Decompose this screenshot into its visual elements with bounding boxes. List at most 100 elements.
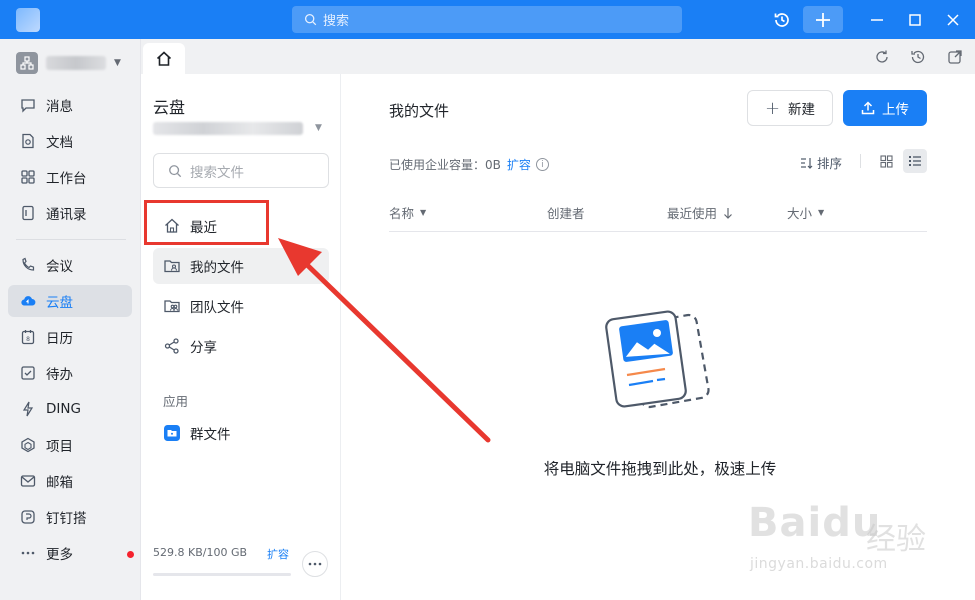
- history-button[interactable]: [768, 0, 796, 39]
- storage-usage: 529.8 KB/100 GB: [153, 546, 248, 559]
- watermark-brand: Baidu: [748, 500, 882, 546]
- tab-home[interactable]: [143, 43, 185, 74]
- org-icon: [16, 52, 38, 74]
- chevron-down-icon: ▼: [114, 58, 121, 68]
- list-view-button[interactable]: [903, 149, 927, 173]
- refresh-icon: [876, 50, 888, 63]
- close-icon: [947, 13, 959, 26]
- nav-item-messages[interactable]: 消息: [8, 89, 132, 121]
- nav-item-todo[interactable]: 待办: [8, 357, 132, 389]
- plus-icon: [816, 12, 830, 27]
- sort-label: 排序: [817, 156, 843, 171]
- column-header-label: 创建者: [547, 206, 585, 221]
- search-placeholder: 搜索: [323, 14, 350, 29]
- nav-item-more[interactable]: 更多: [8, 537, 134, 569]
- svg-text:8: 8: [26, 336, 30, 343]
- column-header-last-used[interactable]: 最近使用: [667, 203, 733, 222]
- more-icon: [20, 545, 36, 561]
- nav-item-label: 邮箱: [46, 475, 73, 491]
- table-header-divider: [389, 231, 927, 232]
- history-icon: [911, 50, 925, 64]
- nav-item-calendar[interactable]: 8 日历: [8, 321, 132, 353]
- grid-view-button[interactable]: [878, 153, 894, 169]
- nav-item-mail[interactable]: 邮箱: [8, 465, 132, 497]
- minimize-button[interactable]: [862, 0, 892, 39]
- column-header-size[interactable]: 大小 ▼: [787, 203, 824, 222]
- drive-item-label: 我的文件: [190, 260, 244, 276]
- nav-item-dingda[interactable]: 钉钉搭: [8, 501, 132, 533]
- global-search-input[interactable]: 搜索: [292, 6, 682, 33]
- info-icon[interactable]: i: [535, 158, 549, 171]
- sort-button[interactable]: 排序: [800, 153, 842, 172]
- upload-button[interactable]: 上传: [843, 90, 927, 126]
- column-header-label: 最近使用: [667, 206, 718, 221]
- refresh-button[interactable]: [874, 49, 890, 65]
- drive-item-my-files[interactable]: 我的文件: [153, 248, 329, 284]
- workbench-icon: [20, 169, 36, 185]
- storage-progress-bar: [153, 573, 291, 576]
- nav-item-cloud-drive[interactable]: 云盘: [8, 285, 132, 317]
- nav-item-documents[interactable]: 文档: [8, 125, 132, 157]
- drive-item-share[interactable]: 分享: [153, 328, 329, 364]
- open-external-button[interactable]: [947, 49, 963, 65]
- drive-title: 云盘: [153, 98, 186, 117]
- nav-item-contacts[interactable]: 通讯录: [8, 197, 132, 229]
- more-options-button[interactable]: [302, 551, 328, 577]
- nav-item-label: 日历: [46, 331, 73, 347]
- nav-item-ding[interactable]: DING: [8, 393, 132, 425]
- column-header-label: 大小: [787, 206, 813, 221]
- nav-item-label: 更多: [46, 547, 73, 563]
- group-file-icon: [163, 424, 181, 442]
- arrow-down-icon: [724, 207, 732, 219]
- title-bar: 搜索: [0, 0, 975, 39]
- nav-item-label: 待办: [46, 367, 73, 383]
- add-button[interactable]: [803, 6, 843, 33]
- nav-item-workbench[interactable]: 工作台: [8, 161, 132, 193]
- org-name-blurred: [46, 56, 106, 70]
- nav-item-project[interactable]: 项目: [8, 429, 132, 461]
- app-logo: [16, 8, 40, 32]
- caret-down-icon: ▼: [420, 208, 427, 217]
- nav-item-label: 工作台: [46, 171, 87, 187]
- maximize-icon: [909, 13, 921, 26]
- nav-item-label: 消息: [46, 99, 73, 115]
- drive-owner-blurred[interactable]: [153, 122, 303, 135]
- team-folder-icon: [163, 297, 181, 315]
- file-search-placeholder: 搜索文件: [190, 164, 244, 181]
- ding-icon: [20, 401, 36, 417]
- watermark: Baidu 经验 jingyan.baidu.com: [748, 500, 970, 590]
- nav-item-meeting[interactable]: 会议: [8, 249, 132, 281]
- org-switcher[interactable]: ▼: [16, 52, 121, 74]
- more-icon: [308, 562, 322, 566]
- close-button[interactable]: [938, 0, 968, 39]
- maximize-button[interactable]: [900, 0, 930, 39]
- project-icon: [20, 437, 36, 453]
- capacity-expand-link[interactable]: 扩容: [507, 156, 531, 173]
- new-button[interactable]: + 新建: [747, 90, 833, 126]
- plus-icon: +: [764, 97, 781, 119]
- share-icon: [163, 337, 181, 355]
- watermark-url: jingyan.baidu.com: [750, 556, 888, 572]
- page-title: 我的文件: [389, 102, 450, 120]
- file-search-input[interactable]: 搜索文件: [153, 153, 329, 188]
- home-icon: [156, 50, 172, 66]
- drive-item-group-files[interactable]: 群文件: [153, 415, 329, 451]
- drive-item-team-files[interactable]: 团队文件: [153, 288, 329, 324]
- column-header-name[interactable]: 名称 ▼: [389, 203, 426, 222]
- storage-expand-link[interactable]: 扩容: [267, 546, 289, 562]
- column-header-label: 名称: [389, 206, 415, 221]
- minimize-icon: [871, 18, 883, 21]
- nav-divider: [16, 239, 126, 240]
- calendar-icon: 8: [20, 329, 36, 345]
- drive-sidebar: 云盘 ▼ 搜索文件 最近 我的文件 团队文件 分享 应用 群文件 529.8 K…: [141, 74, 341, 600]
- column-header-creator[interactable]: 创建者: [547, 203, 585, 222]
- drive-item-label: 团队文件: [190, 300, 244, 316]
- watermark-brand-cn: 经验: [866, 522, 926, 557]
- recent-history-button[interactable]: [910, 49, 926, 65]
- nav-item-label: 云盘: [46, 295, 73, 311]
- tab-strip: [141, 39, 975, 74]
- chevron-down-icon[interactable]: ▼: [315, 123, 322, 133]
- caret-down-icon: ▼: [818, 208, 825, 217]
- history-icon: [774, 12, 789, 27]
- nav-item-label: 钉钉搭: [46, 511, 87, 527]
